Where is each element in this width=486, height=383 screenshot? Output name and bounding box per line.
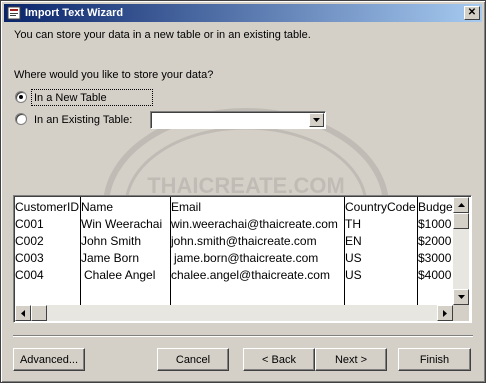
advanced-button[interactable]: Advanced... [13, 348, 85, 371]
combo-dropdown-button[interactable] [309, 113, 324, 127]
arrow-left-icon [21, 309, 25, 317]
existing-table-label: In an Existing Table: [34, 114, 133, 126]
cell: Win Weerachai [81, 217, 163, 231]
finish-button-label: Finish [419, 353, 450, 366]
cell: $1000 [418, 217, 452, 231]
cell: C002 [15, 234, 44, 248]
instructions-text: You can store your data in a new table o… [14, 29, 311, 41]
scroll-right-button[interactable] [437, 305, 453, 321]
back-button-label: < Back [262, 353, 296, 366]
finish-button[interactable]: Finish [398, 348, 471, 371]
title-bar[interactable]: Import Text Wizard ✕ [4, 4, 482, 22]
cell: chalee.angel@thaicreate.com [171, 268, 330, 282]
cancel-button[interactable]: Cancel [157, 348, 229, 371]
cell: C004 [15, 268, 44, 282]
existing-table-radio[interactable] [15, 113, 27, 125]
cell: John Smith [81, 234, 142, 248]
back-button[interactable]: < Back [243, 348, 315, 371]
cell: US [345, 251, 362, 265]
cell: TH [345, 217, 361, 231]
vertical-scroll-thumb[interactable] [453, 213, 469, 229]
chevron-down-icon [313, 118, 320, 122]
arrow-right-icon [443, 309, 447, 317]
cell: john.smith@thaicreate.com [171, 234, 317, 248]
vertical-scrollbar[interactable] [453, 197, 469, 305]
grid-content: CustomerID Name Email CountryCode Budget… [15, 197, 453, 305]
column-header-email: Email [171, 200, 202, 214]
cell: Jame Born [81, 251, 140, 265]
advanced-button-label: Advanced... [19, 353, 79, 366]
cell: $2000 [418, 234, 452, 248]
wizard-app-icon [7, 6, 21, 20]
cell: $4000 [418, 268, 452, 282]
cell: US [345, 268, 362, 282]
divider [13, 336, 473, 337]
column-header-name: Name [81, 200, 114, 214]
question-label: Where would you like to store your data? [14, 69, 214, 81]
window-title: Import Text Wizard [25, 7, 124, 19]
horizontal-scroll-thumb[interactable] [31, 305, 47, 321]
arrow-down-icon [457, 295, 465, 299]
next-button-label: Next > [334, 353, 368, 366]
cell: C003 [15, 251, 44, 265]
cell: Chalee Angel [84, 268, 156, 282]
cell: EN [345, 234, 362, 248]
new-table-radio[interactable] [15, 91, 27, 103]
column-header-budget: Budget [418, 200, 453, 214]
existing-table-combo[interactable] [150, 111, 326, 129]
cell: jame.born@thaicreate.com [174, 251, 319, 265]
cell: win.weerachai@thaicreate.com [171, 217, 338, 231]
close-button[interactable]: ✕ [464, 6, 480, 20]
horizontal-scrollbar[interactable] [15, 305, 453, 321]
scrollbar-corner [453, 305, 469, 321]
cancel-button-label: Cancel [175, 353, 211, 366]
cell: C001 [15, 217, 44, 231]
cell: $3000 [418, 251, 452, 265]
scroll-down-button[interactable] [453, 289, 469, 305]
import-text-wizard-window: Import Text Wizard ✕ THAICREATE.COM All … [0, 0, 486, 383]
scroll-up-button[interactable] [453, 197, 469, 213]
arrow-up-icon [457, 203, 465, 207]
new-table-label: In a New Table [34, 92, 107, 104]
next-button[interactable]: Next > [315, 348, 387, 371]
data-preview-grid[interactable]: CustomerID Name Email CountryCode Budget… [13, 195, 472, 323]
close-icon: ✕ [467, 7, 477, 18]
column-header-customerid: CustomerID [15, 200, 80, 214]
column-header-countrycode: CountryCode [345, 200, 416, 214]
scroll-left-button[interactable] [15, 305, 31, 321]
